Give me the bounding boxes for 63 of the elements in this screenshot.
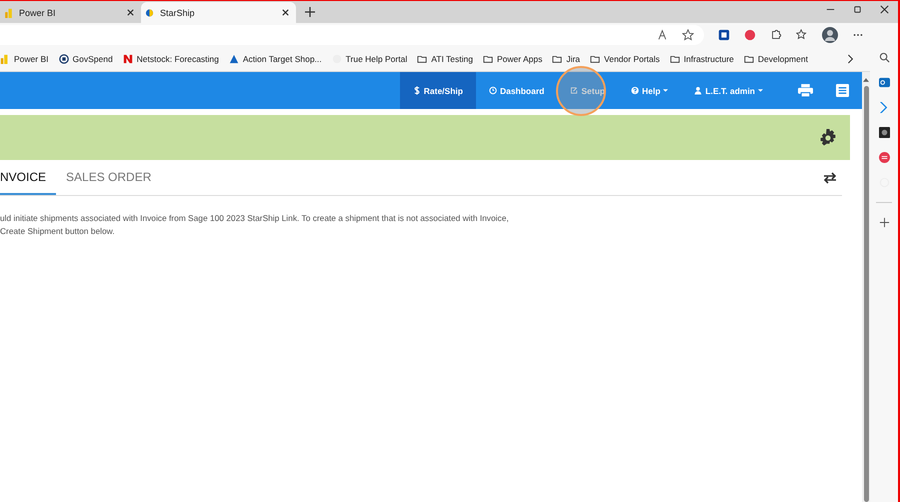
bookmark[interactable]: Netstock: Forecasting xyxy=(122,54,219,64)
tab[interactable]: SALES ORDER xyxy=(56,160,162,195)
bar-chart-icon xyxy=(4,8,13,18)
list-icon[interactable] xyxy=(835,84,850,97)
n-logo-icon xyxy=(122,54,133,64)
swap-icon[interactable] xyxy=(822,172,838,184)
mail-icon[interactable] xyxy=(878,77,890,88)
folder-icon xyxy=(590,54,600,64)
info-text: Create Shipment button below. xyxy=(0,225,116,238)
folder-icon xyxy=(417,54,428,64)
add-icon[interactable] xyxy=(878,217,890,228)
close-icon[interactable] xyxy=(126,8,135,17)
bookmark[interactable]: Power Apps xyxy=(482,54,542,64)
caret-icon xyxy=(663,89,668,92)
tab-title: Power BI xyxy=(19,8,57,18)
avatar-icon[interactable] xyxy=(822,27,838,43)
search-icon[interactable] xyxy=(878,52,890,63)
printer-icon[interactable] xyxy=(798,84,813,97)
scroll-up-icon[interactable] xyxy=(863,78,869,82)
bookmark[interactable]: Action Target Shop... xyxy=(228,54,322,64)
close-icon[interactable] xyxy=(879,4,890,15)
browser-tab[interactable]: StarShip xyxy=(141,2,296,23)
address-field[interactable] xyxy=(0,25,704,45)
scrollbar[interactable] xyxy=(862,72,870,502)
folder-icon xyxy=(482,54,493,64)
restore-icon[interactable] xyxy=(852,4,863,15)
nav-link[interactable]: Rate/Ship xyxy=(400,72,476,109)
chevron-right-icon[interactable] xyxy=(846,54,854,64)
clock-icon xyxy=(488,86,497,95)
bookmark[interactable]: GovSpend xyxy=(58,54,113,64)
edit-icon xyxy=(570,86,578,95)
bookmark[interactable]: Jira xyxy=(552,54,580,64)
triangle-icon xyxy=(228,54,239,64)
close-icon[interactable] xyxy=(281,8,290,17)
tab-title: StarShip xyxy=(160,8,196,18)
caret-icon xyxy=(758,89,763,92)
help-icon xyxy=(630,86,639,95)
favorites-icon[interactable] xyxy=(796,29,808,41)
user-icon xyxy=(694,86,702,95)
bookmark[interactable]: Vendor Portals xyxy=(590,54,660,64)
bar-chart-icon xyxy=(0,54,10,64)
puzzle-icon[interactable] xyxy=(770,29,782,41)
folder-icon xyxy=(744,54,754,64)
dollar-icon xyxy=(412,86,421,95)
nav-link[interactable]: Dashboard xyxy=(476,72,558,109)
new-tab-icon[interactable] xyxy=(304,6,316,18)
nav-link[interactable]: L.E.T. admin xyxy=(681,72,776,109)
folder-icon xyxy=(670,54,680,64)
folder-icon xyxy=(552,54,562,64)
nav-link[interactable]: Help xyxy=(618,72,682,109)
browser-tab[interactable]: Power BI xyxy=(0,2,141,23)
bookmark[interactable]: Development xyxy=(744,54,808,64)
bookmark[interactable]: True Help Portal xyxy=(332,54,408,64)
star-icon[interactable] xyxy=(682,29,694,41)
bookmark[interactable]: Infrastructure xyxy=(670,54,734,64)
app-icon[interactable] xyxy=(878,127,890,138)
scroll-thumb[interactable] xyxy=(864,86,868,502)
info-text: uld initiate shipments associated with Invoice from Sage 100 2023 StarShip Link. To create a shipment that is not associated with Invoice, xyxy=(0,212,510,225)
bookmark[interactable]: ATI Testing xyxy=(417,54,473,64)
settings-icon[interactable] xyxy=(818,128,838,148)
dot-icon xyxy=(145,8,154,18)
tab[interactable]: NVOICE xyxy=(0,160,56,195)
bookmark[interactable]: Power BI xyxy=(0,54,48,64)
